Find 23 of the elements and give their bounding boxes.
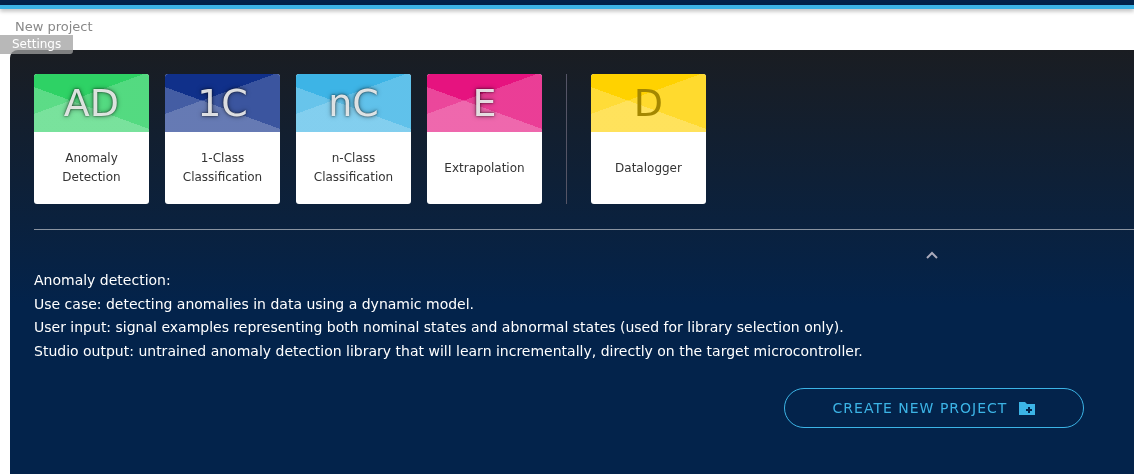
card-label: Datalogger	[615, 159, 682, 177]
card-banner: AD	[34, 74, 149, 132]
chevron-up-icon[interactable]	[926, 251, 938, 259]
project-type-card[interactable]: E Extrapolation	[427, 74, 542, 204]
folder-plus-icon	[1019, 401, 1036, 416]
card-label: 1-Class Classification	[181, 150, 264, 186]
card-banner: 1C	[165, 74, 280, 132]
description-text: Studio output: untrained anomaly detection library that will learn incrementally, directly on the target microcontroller.	[34, 341, 864, 361]
card-label: n-Class Classification	[312, 150, 395, 186]
description-text: Use case: detecting anomalies in data using a dynamic model.	[34, 294, 476, 314]
card-banner: nC	[296, 74, 411, 132]
project-type-card[interactable]: AD Anomaly Detection	[34, 74, 149, 204]
card-banner: D	[591, 74, 706, 132]
project-type-card[interactable]: D Datalogger	[591, 74, 706, 204]
card-banner: E	[427, 74, 542, 132]
description-text: User input: signal examples representing both nominal states and abnormal states (used for library selection only).	[34, 318, 845, 338]
project-type-card[interactable]: 1C 1-Class Classification	[165, 74, 280, 204]
card-label: Extrapolation	[444, 159, 525, 177]
breadcrumb: New project	[15, 19, 93, 34]
tooltip: Settings	[0, 35, 74, 54]
description-text: Anomaly detection:	[34, 271, 172, 290]
card-label: Anomaly Detection	[61, 150, 122, 186]
project-type-card[interactable]: nC n-Class Classification	[296, 74, 411, 204]
